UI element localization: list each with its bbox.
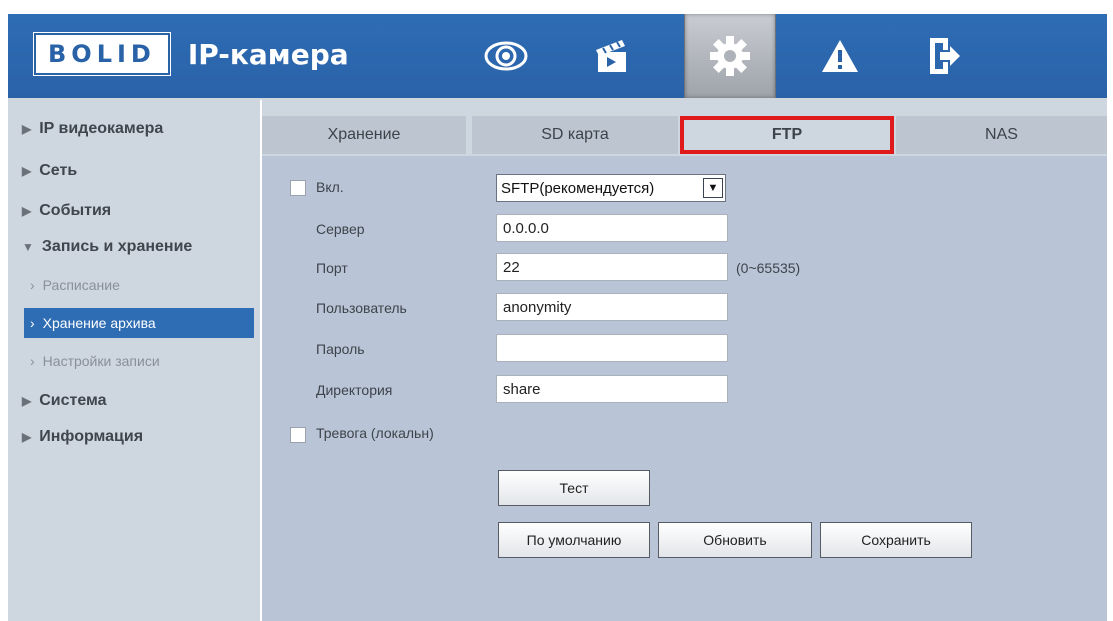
alarm-local-checkbox[interactable]: [290, 427, 306, 443]
warning-icon: [822, 40, 858, 72]
logo: BOLID IP-камера: [36, 32, 349, 76]
server-label: Сервер: [316, 221, 365, 237]
save-button[interactable]: Сохранить: [820, 522, 972, 558]
server-input[interactable]: [496, 214, 728, 242]
ftp-settings-panel: Вкл. SFTP(рекомендуется) ▼ Сервер Порт (…: [262, 156, 1107, 621]
triangle-right-icon: ▶: [22, 122, 32, 136]
password-label: Пароль: [316, 341, 365, 357]
playback-button[interactable]: [572, 14, 652, 98]
tab-ftp[interactable]: FTP: [680, 116, 894, 154]
sidebar-item-ip-camera[interactable]: ▶ IP видеокамера: [22, 120, 163, 138]
eye-icon: [484, 41, 528, 71]
directory-input[interactable]: [496, 375, 728, 403]
brand-logo: BOLID: [36, 35, 168, 73]
app-title: IP-камера: [187, 37, 349, 71]
user-label: Пользователь: [316, 300, 407, 316]
triangle-right-icon: ▶: [22, 430, 32, 444]
exit-icon: [930, 38, 960, 74]
live-view-button[interactable]: [466, 14, 546, 98]
alarm-button[interactable]: [800, 14, 880, 98]
tab-bar: Хранение SD карта FTP NAS: [262, 100, 1107, 156]
sidebar: ▶ IP видеокамера ▶ Сеть ▶ События ▼ Запи…: [8, 100, 260, 621]
default-button[interactable]: По умолчанию: [498, 522, 650, 558]
tab-storage[interactable]: Хранение: [262, 116, 466, 154]
sidebar-item-record-storage[interactable]: ▼ Запись и хранение: [22, 238, 192, 256]
sidebar-item-label: Сеть: [39, 162, 78, 179]
triangle-right-icon: ▶: [22, 164, 32, 178]
triangle-down-icon: ▼: [22, 240, 34, 254]
protocol-select[interactable]: SFTP(рекомендуется) ▼: [496, 174, 726, 202]
port-label: Порт: [316, 260, 348, 276]
sidebar-subitem-archive-storage[interactable]: › Хранение архива: [24, 308, 254, 338]
sidebar-item-events[interactable]: ▶ События: [22, 202, 111, 220]
enable-checkbox[interactable]: [290, 180, 306, 196]
port-input[interactable]: [496, 253, 728, 281]
settings-button[interactable]: [684, 14, 776, 98]
sidebar-item-system[interactable]: ▶ Система: [22, 392, 107, 410]
user-input[interactable]: [496, 293, 728, 321]
main-content: Хранение SD карта FTP NAS Вкл. SFTP(реко…: [262, 100, 1107, 621]
chevron-down-icon[interactable]: ▼: [703, 178, 723, 198]
tab-nas[interactable]: NAS: [896, 116, 1107, 154]
refresh-button[interactable]: Обновить: [658, 522, 812, 558]
triangle-right-icon: ▶: [22, 394, 32, 408]
chevron-right-icon: ›: [30, 315, 35, 331]
chevron-right-icon: ›: [30, 353, 35, 369]
sidebar-subitem-schedule[interactable]: › Расписание: [24, 270, 254, 300]
clapperboard-icon: [596, 40, 626, 72]
sidebar-item-label: Информация: [39, 428, 144, 445]
triangle-right-icon: ▶: [22, 204, 32, 218]
sidebar-item-label: IP видеокамера: [39, 120, 164, 137]
sidebar-subitem-label: Настройки записи: [42, 353, 160, 369]
sidebar-item-label: Запись и хранение: [41, 238, 193, 255]
logout-button[interactable]: [904, 14, 984, 98]
test-button[interactable]: Тест: [498, 470, 650, 506]
directory-label: Директория: [316, 382, 393, 398]
top-header: BOLID IP-камера: [8, 14, 1107, 100]
sidebar-subitem-record-settings[interactable]: › Настройки записи: [24, 346, 254, 376]
sidebar-item-label: События: [39, 202, 112, 219]
sidebar-item-label: Система: [39, 392, 107, 409]
sidebar-item-network[interactable]: ▶ Сеть: [22, 162, 77, 180]
port-range-hint: (0~65535): [736, 260, 801, 276]
enable-label: Вкл.: [316, 179, 344, 195]
sidebar-subitem-label: Расписание: [42, 277, 120, 293]
alarm-local-label: Тревога (локальн): [316, 425, 434, 441]
password-input[interactable]: [496, 334, 728, 362]
chevron-right-icon: ›: [30, 277, 35, 293]
protocol-select-value: SFTP(рекомендуется): [501, 179, 655, 197]
gear-icon: [710, 36, 750, 76]
tab-sd-card[interactable]: SD карта: [472, 116, 678, 154]
sidebar-item-info[interactable]: ▶ Информация: [22, 428, 143, 446]
sidebar-subitem-label: Хранение архива: [42, 315, 156, 331]
